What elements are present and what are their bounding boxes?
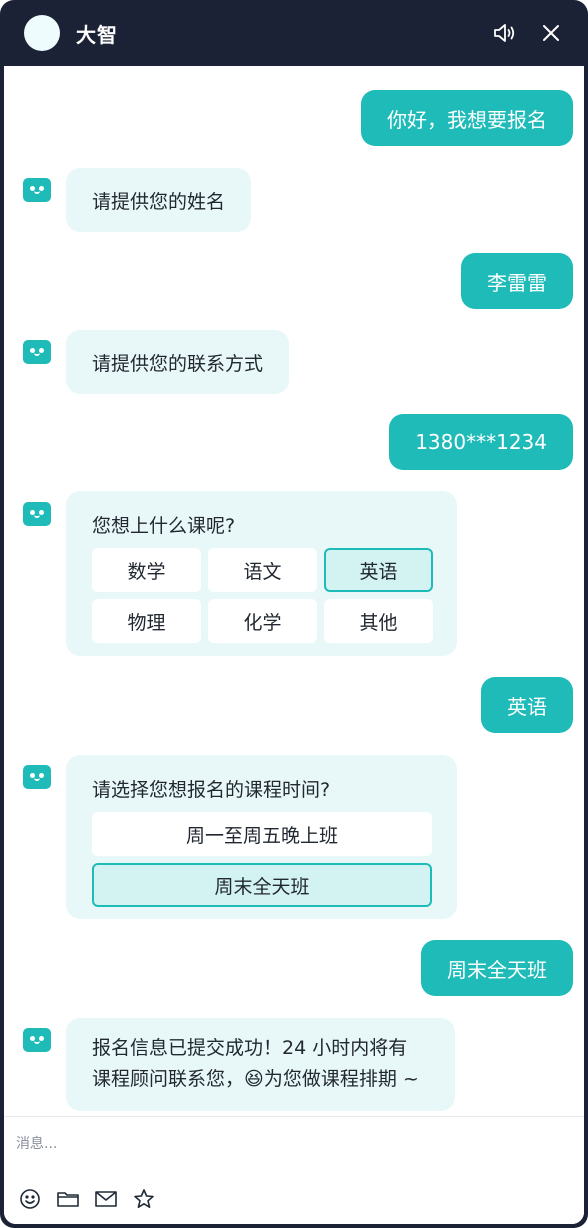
bot-message: 请提供您的联系方式 [66,330,290,394]
course-choice-card: 您想上什么课呢? 数学 语文 英语 物理 化学 其他 [66,491,457,656]
user-message: 1380***1234 [389,414,573,470]
course-question: 您想上什么课呢? [92,515,236,537]
speaker-icon[interactable] [492,20,518,46]
close-icon[interactable] [538,20,564,46]
user-message: 李雷雷 [461,253,573,309]
folder-icon[interactable] [56,1187,80,1211]
emoji-icon[interactable] [18,1187,42,1211]
option-math[interactable]: 数学 [92,548,201,592]
message-composer [4,1116,584,1224]
message-list: 你好，我想要报名 请提供您的姓名 李雷雷 请提供您的联系方式 1380***12… [4,66,584,1116]
option-physics[interactable]: 物理 [92,599,201,643]
option-weekend-fullday-selected[interactable]: 周末全天班 [92,863,432,907]
bot-avatar-icon [23,340,51,364]
user-message: 英语 [481,677,573,733]
bot-confirmation-message: 报名信息已提交成功！24 小时内将有 课程顾问联系您，😆为您做课程排期 ~ [66,1018,455,1111]
laughing-emoji-icon: 😆 [244,1068,264,1090]
bot-avatar-header [24,15,60,51]
user-message: 你好，我想要报名 [361,90,573,146]
option-chinese[interactable]: 语文 [208,548,317,592]
bot-avatar-icon [23,765,51,789]
chat-header: 大智 [4,0,584,66]
message-input[interactable] [16,1129,566,1159]
option-weekday-evening[interactable]: 周一至周五晚上班 [92,812,432,856]
bot-avatar-icon [23,178,51,202]
confirmation-line-2: 课程顾问联系您，😆为您做课程排期 ~ [92,1068,419,1090]
option-chemistry[interactable]: 化学 [208,599,317,643]
bot-message: 请提供您的姓名 [66,168,252,232]
schedule-choice-card: 请选择您想报名的课程时间? 周一至周五晚上班 周末全天班 [66,755,457,919]
bot-avatar-icon [23,502,51,526]
confirmation-line-1: 报名信息已提交成功！24 小时内将有 [92,1037,408,1059]
composer-toolbar [18,1187,156,1211]
mail-icon[interactable] [94,1187,118,1211]
user-message: 周末全天班 [421,940,573,996]
option-english-selected[interactable]: 英语 [324,548,433,592]
schedule-question: 请选择您想报名的课程时间? [92,779,331,801]
star-icon[interactable] [132,1187,156,1211]
chat-panel: 你好，我想要报名 请提供您的姓名 李雷雷 请提供您的联系方式 1380***12… [4,66,584,1224]
bot-name: 大智 [76,22,118,47]
bot-avatar-icon [23,1028,51,1052]
chat-window: 大智 你好，我想要报名 请提供您的姓名 李雷雷 请提供您的联系方式 1380**… [0,0,588,1228]
option-other[interactable]: 其他 [324,599,433,643]
